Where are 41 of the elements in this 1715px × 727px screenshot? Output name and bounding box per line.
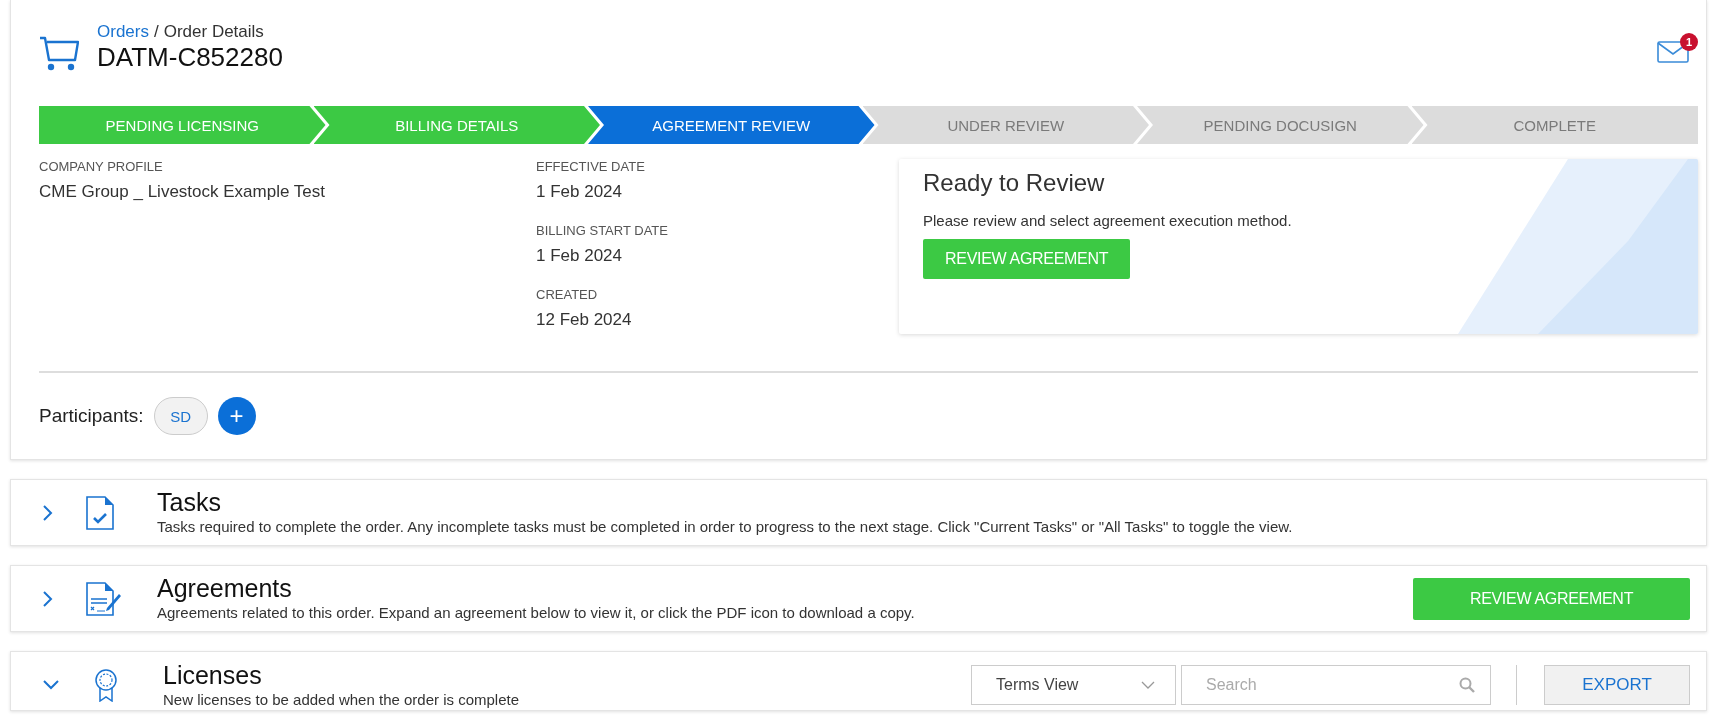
section-title: Agreements <box>157 574 293 602</box>
progress-step: COMPLETE <box>1411 106 1698 144</box>
field-value: CME Group _ Livestock Example Test <box>39 181 326 203</box>
section-description: New licenses to be added when the order is complete <box>163 689 521 710</box>
progress-step: AGREEMENT REVIEW <box>588 106 875 144</box>
breadcrumb-current: Order Details <box>163 22 264 42</box>
section-title: Tasks <box>157 488 222 516</box>
export-button[interactable]: EXPORT <box>1544 665 1690 705</box>
section-description: Agreements related to this order. Expand an agreement below to view it, or click the PDF icon to download a copy. <box>157 603 916 623</box>
participant-avatar[interactable]: SD <box>153 397 208 435</box>
breadcrumb-separator: / <box>153 22 159 42</box>
progress-step: PENDING DOCUSIGN <box>1137 106 1424 144</box>
status-message: Please review and select agreement execution method. <box>923 212 1293 229</box>
chevron-right-icon <box>43 504 53 521</box>
field-label: EFFECTIVE DATE <box>536 158 646 176</box>
progress-step: PENDING LICENSING <box>39 106 326 144</box>
status-title: Ready to Review <box>923 169 1106 197</box>
field-label: COMPANY PROFILE <box>39 158 164 176</box>
field-label: BILLING START DATE <box>536 222 669 240</box>
breadcrumb-link[interactable]: Orders <box>97 22 149 42</box>
progress-step: UNDER REVIEW <box>862 106 1149 144</box>
chevron-down-icon <box>43 680 59 690</box>
progress-step: BILLING DETAILS <box>313 106 600 144</box>
notification-badge: 1 <box>1680 33 1698 51</box>
field-value: 1 Feb 2024 <box>536 181 623 203</box>
add-participant-button[interactable]: + <box>217 397 256 435</box>
order-id: DATM-C852280 <box>97 42 284 72</box>
signed-document-icon <box>85 581 123 616</box>
chevron-down-icon <box>1141 681 1155 689</box>
participants-label: Participants: <box>39 405 144 427</box>
search-field[interactable]: Search <box>1181 665 1491 705</box>
field-value: 12 Feb 2024 <box>536 309 633 331</box>
section-title: Licenses <box>163 660 263 689</box>
section-description: Tasks required to complete the order. Any incomplete tasks must be completed in order to progress to the next stage. Click "Current Tasks" or "All Tasks" to toggle the view. <box>157 517 1294 537</box>
field-label: CREATED <box>536 286 599 304</box>
view-select[interactable]: Terms View <box>971 665 1176 705</box>
search-icon <box>1459 677 1475 693</box>
cart-icon <box>39 35 79 71</box>
field-value: 1 Feb 2024 <box>536 245 623 267</box>
chevron-right-icon <box>43 590 53 607</box>
mail-button[interactable]: 1 <box>1657 33 1698 63</box>
